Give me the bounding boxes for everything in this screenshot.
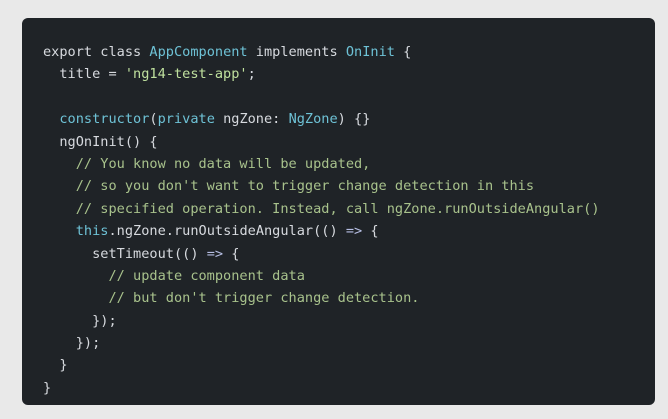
code-token-type: NgZone — [288, 111, 338, 128]
code-line: }); — [43, 332, 655, 354]
code-token-plain: ngZone: — [214, 111, 289, 128]
code-token-plain: } — [43, 379, 52, 396]
code-token-comment: // You know no data will be updated, — [43, 155, 371, 172]
code-token-plain: .ngZone.runOutsideAngular(() — [108, 223, 346, 240]
code-token-str: 'ng14-test-app' — [124, 66, 248, 83]
code-token-type: this — [75, 223, 109, 240]
code-token-comment: // update component data — [43, 267, 305, 284]
code-token-punct: { — [223, 245, 240, 262]
code-token-plain: setTimeout(() — [43, 245, 207, 262]
code-token-plain: title = — [43, 66, 125, 83]
code-line: } — [43, 354, 655, 376]
code-token-type: constructor — [59, 111, 150, 128]
code-line: // specified operation. Instead, call ng… — [43, 198, 655, 220]
code-line: } — [43, 377, 655, 399]
code-token-plain: implements — [247, 44, 346, 60]
code-token-punct: ) {} — [337, 111, 371, 128]
code-token-punct: ( — [149, 111, 158, 128]
code-token-plain: export class — [43, 44, 150, 60]
code-token-kw: => — [206, 245, 224, 262]
code-token-plain: }); — [43, 335, 101, 352]
code-token-plain: ngOnInit() { — [43, 133, 158, 150]
code-line: this.ngZone.runOutsideAngular(() => { — [43, 220, 655, 242]
code-token-type: AppComponent — [149, 44, 248, 60]
code-line: // so you don't want to trigger change d… — [43, 175, 655, 197]
code-token-punct: { — [394, 44, 412, 60]
code-line: title = 'ng14-test-app'; — [43, 63, 655, 85]
code-token-type: private — [157, 111, 215, 128]
code-line: export class AppComponent implements OnI… — [43, 41, 655, 63]
code-line: // but don't trigger change detection. — [43, 287, 655, 309]
code-line: setTimeout(() => { — [43, 243, 655, 265]
code-token-plain: }); — [43, 312, 117, 329]
code-line: constructor(private ngZone: NgZone) {} — [43, 108, 655, 130]
code-token-type: OnInit — [345, 44, 395, 60]
code-token-punct: ; — [247, 66, 256, 83]
code-line: // update component data — [43, 265, 655, 287]
code-line: // You know no data will be updated, — [43, 153, 655, 175]
code-line: }); — [43, 310, 655, 332]
code-token-comment: // specified operation. Instead, call ng… — [43, 200, 600, 217]
code-token-kw: => — [345, 223, 363, 240]
code-token-comment: // so you don't want to trigger change d… — [43, 178, 535, 195]
code-token-plain: } — [43, 357, 68, 374]
code-token-comment: // but don't trigger change detection. — [43, 290, 420, 307]
code-snippet-card: export class AppComponent implements OnI… — [22, 18, 655, 405]
code-token-punct: { — [362, 223, 379, 240]
code-block: export class AppComponent implements OnI… — [43, 41, 655, 399]
code-line: ngOnInit() { — [43, 131, 655, 153]
